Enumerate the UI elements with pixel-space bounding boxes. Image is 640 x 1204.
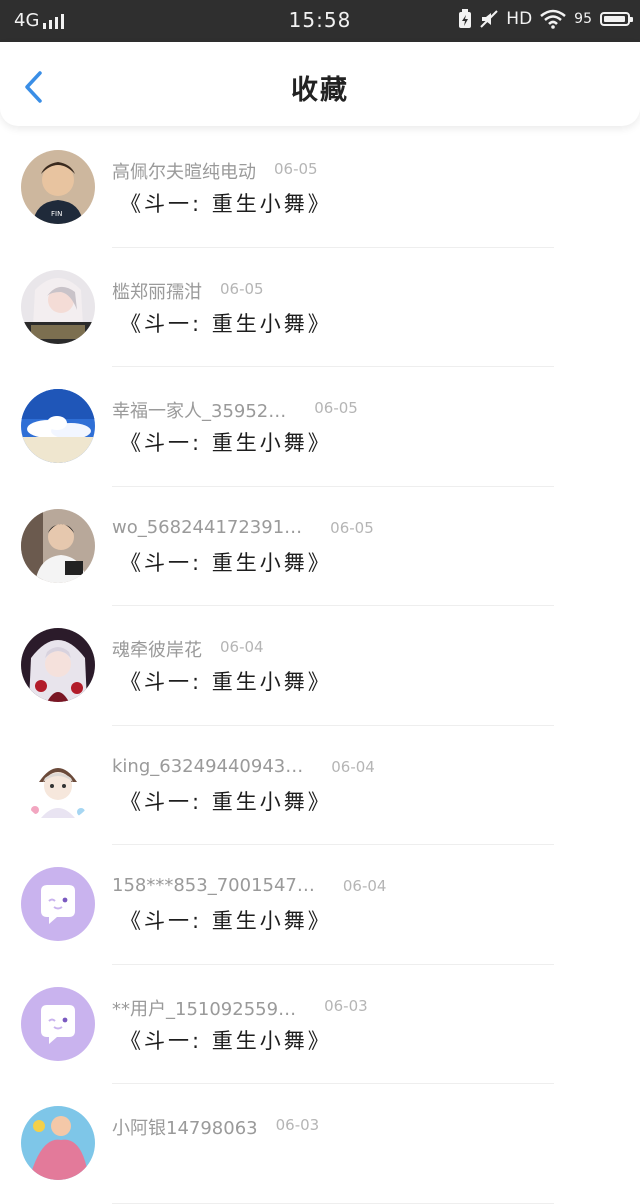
item-meta: 高佩尔夫暄纯电动 06-05 [112, 158, 318, 184]
avatar[interactable] [21, 1106, 95, 1180]
man-photo-avatar-icon [21, 508, 95, 583]
date: 06-03 [324, 996, 368, 1015]
item-meta: **用户_151092559… 06-03 [112, 995, 368, 1021]
divider [112, 1202, 554, 1204]
username: 158***853_7001547… [112, 875, 315, 896]
username: 幸福一家人_35952… [112, 401, 287, 422]
avatar[interactable] [21, 628, 95, 702]
battery-icon [600, 12, 633, 26]
anime-girl-avatar-icon [21, 628, 95, 702]
item-title: 《斗一: 重生小舞》 [120, 909, 332, 933]
list-item[interactable]: 幸福一家人_35952… 06-05 《斗一: 重生小舞》 [0, 367, 640, 487]
avatar[interactable] [21, 508, 95, 583]
list-item[interactable]: 小阿银14798063 06-03 [0, 1084, 640, 1204]
default-chat-avatar-icon [21, 867, 95, 941]
item-meta: 小阿银14798063 06-03 [112, 1114, 319, 1140]
status-icons: HD 95 [458, 9, 633, 29]
avatar[interactable] [21, 867, 95, 941]
date: 06-05 [220, 279, 264, 298]
item-meta: king_63249440943… 06-04 [112, 756, 375, 777]
username: 槛郑丽孺泔 [112, 281, 202, 303]
username: king_63249440943… [112, 755, 304, 777]
item-title: 《斗一: 重生小舞》 [120, 1028, 332, 1053]
item-meta: wo_568244172391… 06-05 [112, 517, 374, 538]
username: 魂牵彼岸花 [112, 640, 202, 661]
battery-saver-icon [458, 9, 472, 29]
date: 06-05 [314, 399, 358, 417]
list-item[interactable]: 槛郑丽孺泔 06-05 《斗一: 重生小舞》 [0, 248, 640, 367]
mute-icon [480, 10, 499, 28]
avatar[interactable]: FIN [21, 150, 95, 224]
default-chat-avatar-icon [21, 986, 95, 1061]
avatar[interactable] [21, 747, 95, 822]
girl-photo-avatar-icon [21, 269, 95, 344]
chibi-avatar-icon [21, 747, 95, 822]
username: 小阿银14798063 [112, 1118, 258, 1139]
avatar[interactable] [21, 986, 95, 1061]
avatar[interactable] [21, 389, 95, 463]
date: 06-05 [274, 160, 318, 178]
item-title: 《斗一: 重生小舞》 [120, 192, 332, 216]
nav-bar: 收藏 [0, 42, 640, 126]
status-bar: 4G 15:58 HD 95 [0, 0, 640, 42]
boy-photo-avatar-icon: FIN [21, 150, 95, 224]
username: **用户_151092559… [112, 998, 297, 1020]
photo-avatar-icon [21, 1106, 95, 1180]
list-item[interactable]: FIN 高佩尔夫暄纯电动 06-05 《斗一: 重生小舞》 [0, 128, 640, 248]
battery-percent: 95 [574, 11, 592, 27]
item-meta: 魂牵彼岸花 06-04 [112, 636, 264, 662]
date: 06-04 [220, 638, 264, 656]
username: wo_568244172391… [112, 516, 303, 538]
avatar[interactable] [21, 269, 95, 344]
item-meta: 槛郑丽孺泔 06-05 [112, 278, 264, 304]
date: 06-04 [342, 877, 387, 895]
item-meta: 158***853_7001547… 06-04 [112, 875, 386, 896]
page-title: 收藏 [291, 75, 349, 106]
list-item[interactable]: **用户_151092559… 06-03 《斗一: 重生小舞》 [0, 965, 640, 1084]
list-item[interactable]: wo_568244172391… 06-05 《斗一: 重生小舞》 [0, 487, 640, 606]
item-title: 《斗一: 重生小舞》 [120, 431, 332, 455]
date: 06-04 [331, 757, 375, 776]
hd-label: HD [506, 9, 533, 29]
svg-text:FIN: FIN [51, 210, 62, 218]
favorites-list: FIN 高佩尔夫暄纯电动 06-05 《斗一: 重生小舞》 槛郑丽孺泔 06-0… [0, 128, 640, 1204]
date: 06-03 [275, 1116, 320, 1134]
list-item[interactable]: 158***853_7001547… 06-04 《斗一: 重生小舞》 [0, 845, 640, 965]
item-title: 《斗一: 重生小舞》 [120, 670, 332, 694]
wifi-icon [540, 9, 566, 29]
item-title: 《斗一: 重生小舞》 [120, 789, 332, 814]
sky-photo-avatar-icon [21, 389, 95, 463]
username: 高佩尔夫暄纯电动 [112, 162, 256, 183]
list-item[interactable]: king_63249440943… 06-04 《斗一: 重生小舞》 [0, 726, 640, 845]
item-meta: 幸福一家人_35952… 06-05 [112, 397, 358, 423]
list-item[interactable]: 魂牵彼岸花 06-04 《斗一: 重生小舞》 [0, 606, 640, 726]
item-title: 《斗一: 重生小舞》 [120, 311, 332, 336]
item-title: 《斗一: 重生小舞》 [120, 550, 332, 575]
date: 06-05 [330, 518, 374, 537]
